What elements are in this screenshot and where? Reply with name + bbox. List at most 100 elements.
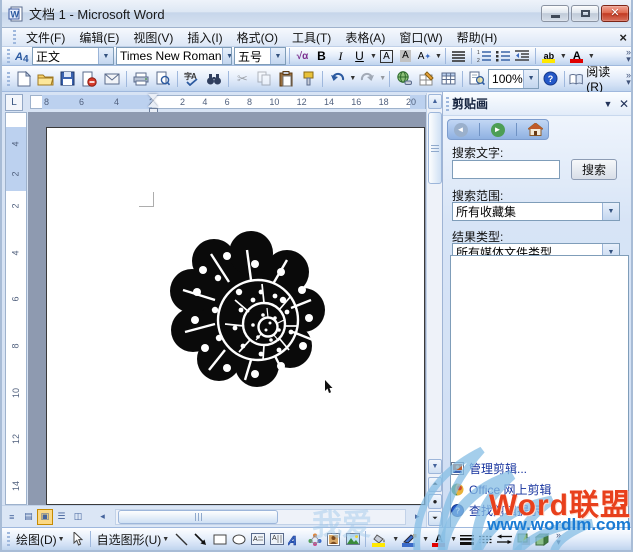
draw-font-color-button[interactable]: A [429, 529, 449, 549]
next-page-button[interactable]: ⏷ [428, 511, 442, 526]
select-objects-button[interactable] [68, 529, 87, 549]
oval-tool-button[interactable] [229, 529, 248, 549]
font-size-combo[interactable]: 五号 ▼ [234, 47, 286, 65]
close-document-icon[interactable]: × [619, 30, 627, 45]
styles-and-formatting-button[interactable]: A 4 [13, 48, 32, 65]
italic-button[interactable]: I [331, 48, 350, 65]
arrow-tool-button[interactable] [191, 529, 210, 549]
toolbar-options-button[interactable]: »▾ [626, 72, 631, 86]
search-button[interactable]: 搜索 [571, 159, 617, 180]
reading-layout-view-button[interactable]: ◫ [70, 509, 86, 525]
menu-item[interactable]: 帮助(H) [450, 27, 505, 48]
normal-view-button[interactable]: ≡ [4, 509, 20, 525]
underline-button[interactable]: U [350, 48, 369, 65]
clip-art-button[interactable] [324, 529, 343, 549]
highlight-button[interactable]: ab [539, 48, 559, 65]
back-button[interactable]: ◄ [454, 123, 468, 137]
bold-button[interactable]: B [312, 48, 331, 65]
select-browse-object-button[interactable]: ● [428, 494, 442, 509]
insert-hyperlink-button[interactable] [393, 68, 415, 90]
line-color-dropdown-icon[interactable]: ▼ [422, 536, 429, 543]
redo-dropdown-icon[interactable]: ▼ [379, 75, 386, 82]
style-combo[interactable]: 正文 ▼ [32, 47, 114, 65]
chevron-down-icon[interactable]: ▼ [270, 48, 285, 64]
menu-item[interactable]: 编辑(E) [72, 27, 126, 48]
new-document-button[interactable] [13, 68, 35, 90]
char-border-button[interactable]: A [377, 48, 396, 65]
draw-font-color-dropdown-icon[interactable]: ▼ [450, 536, 457, 543]
hanging-indent-marker[interactable] [148, 101, 158, 107]
toolbar-grip[interactable] [13, 30, 16, 44]
search-input[interactable] [452, 160, 560, 179]
task-pane-close-icon[interactable]: ✕ [616, 97, 632, 111]
horizontal-scrollbar-thumb[interactable] [118, 510, 278, 524]
formula-button[interactable]: √α [293, 48, 312, 65]
scrollbar-thumb[interactable] [428, 112, 442, 184]
highlight-dropdown-icon[interactable]: ▼ [560, 53, 567, 60]
help-button[interactable]: ? [539, 68, 561, 90]
email-button[interactable] [101, 68, 123, 90]
read-layout-button[interactable]: 阅读(R) [568, 68, 626, 90]
menu-item[interactable]: 插入(I) [180, 27, 229, 48]
cut-button[interactable]: ✂ [231, 68, 253, 90]
scroll-down-button[interactable]: ▼ [428, 459, 442, 474]
print-layout-view-button[interactable]: ▣ [37, 509, 53, 525]
minimize-button[interactable] [541, 5, 569, 22]
spelling-button[interactable]: 字A [181, 68, 203, 90]
font-color-button[interactable]: A [567, 48, 587, 65]
scroll-right-button[interactable]: ▸ [410, 509, 426, 525]
menu-item[interactable]: 表格(A) [338, 27, 392, 48]
fill-color-button[interactable] [369, 529, 391, 549]
line-style-button[interactable] [457, 529, 476, 549]
menu-item[interactable]: 窗口(W) [392, 27, 449, 48]
justify-button[interactable] [449, 48, 468, 65]
char-scale-button[interactable]: A ✦ [415, 48, 434, 65]
vertical-text-box-button[interactable]: A [267, 529, 286, 549]
horizontal-scrollbar-track[interactable] [115, 509, 405, 525]
underline-dropdown-icon[interactable]: ▼ [370, 53, 377, 60]
vertical-scrollbar[interactable]: ▲ ▼ ⏶ ● ⏷ [426, 93, 442, 527]
web-layout-view-button[interactable]: ▤ [21, 509, 37, 525]
fill-color-dropdown-icon[interactable]: ▼ [392, 536, 399, 543]
toolbar-grip[interactable] [7, 49, 10, 63]
draw-menu-button[interactable]: 绘图(D)▼ [13, 529, 68, 549]
clip-tips-link[interactable]: ? 查找剪辑提示 [451, 502, 541, 519]
diagram-button[interactable] [305, 529, 324, 549]
toolbar-grip[interactable] [7, 72, 10, 86]
horizontal-ruler[interactable]: 8642 2468101214161820 [30, 93, 426, 111]
bullet-list-button[interactable] [494, 48, 513, 65]
vertical-ruler[interactable]: 42 2468101214 [5, 112, 27, 505]
line-color-button[interactable] [399, 529, 421, 549]
search-scope-combo[interactable]: 所有收藏集 ▼ [452, 202, 620, 221]
font-color-dropdown-icon[interactable]: ▼ [588, 53, 595, 60]
zoom-combo[interactable]: 100% ▼ [488, 69, 539, 89]
print-button[interactable] [130, 68, 152, 90]
scroll-up-button[interactable]: ▲ [428, 94, 442, 109]
maximize-button[interactable] [571, 5, 599, 22]
tab-selector[interactable]: L [5, 94, 23, 111]
first-line-indent-marker[interactable] [148, 94, 158, 100]
menu-item[interactable]: 文件(F) [19, 27, 72, 48]
menu-item[interactable]: 工具(T) [285, 27, 338, 48]
document-map-button[interactable] [466, 68, 488, 90]
close-button[interactable]: ✕ [601, 5, 629, 22]
chevron-down-icon[interactable]: ▼ [98, 48, 113, 64]
toolbar-options-button[interactable]: »▾ [556, 532, 561, 546]
undo-button[interactable] [326, 68, 348, 90]
dash-style-button[interactable] [476, 529, 495, 549]
wordart-button[interactable]: A [286, 529, 305, 549]
threed-style-button[interactable] [533, 529, 552, 549]
home-button[interactable] [528, 123, 543, 136]
decrease-indent-button[interactable] [513, 48, 532, 65]
scroll-left-button[interactable]: ◂ [95, 509, 111, 525]
menu-item[interactable]: 格式(O) [230, 27, 285, 48]
open-button[interactable] [35, 68, 57, 90]
line-tool-button[interactable] [172, 529, 191, 549]
shadow-style-button[interactable] [514, 529, 533, 549]
undo-dropdown-icon[interactable]: ▼ [349, 75, 356, 82]
numbered-list-button[interactable]: 12 [475, 48, 494, 65]
outline-view-button[interactable]: ☰ [54, 509, 70, 525]
permission-button[interactable] [79, 68, 101, 90]
clips-online-link[interactable]: Office 网上剪辑 [451, 481, 551, 498]
rectangle-tool-button[interactable] [210, 529, 229, 549]
